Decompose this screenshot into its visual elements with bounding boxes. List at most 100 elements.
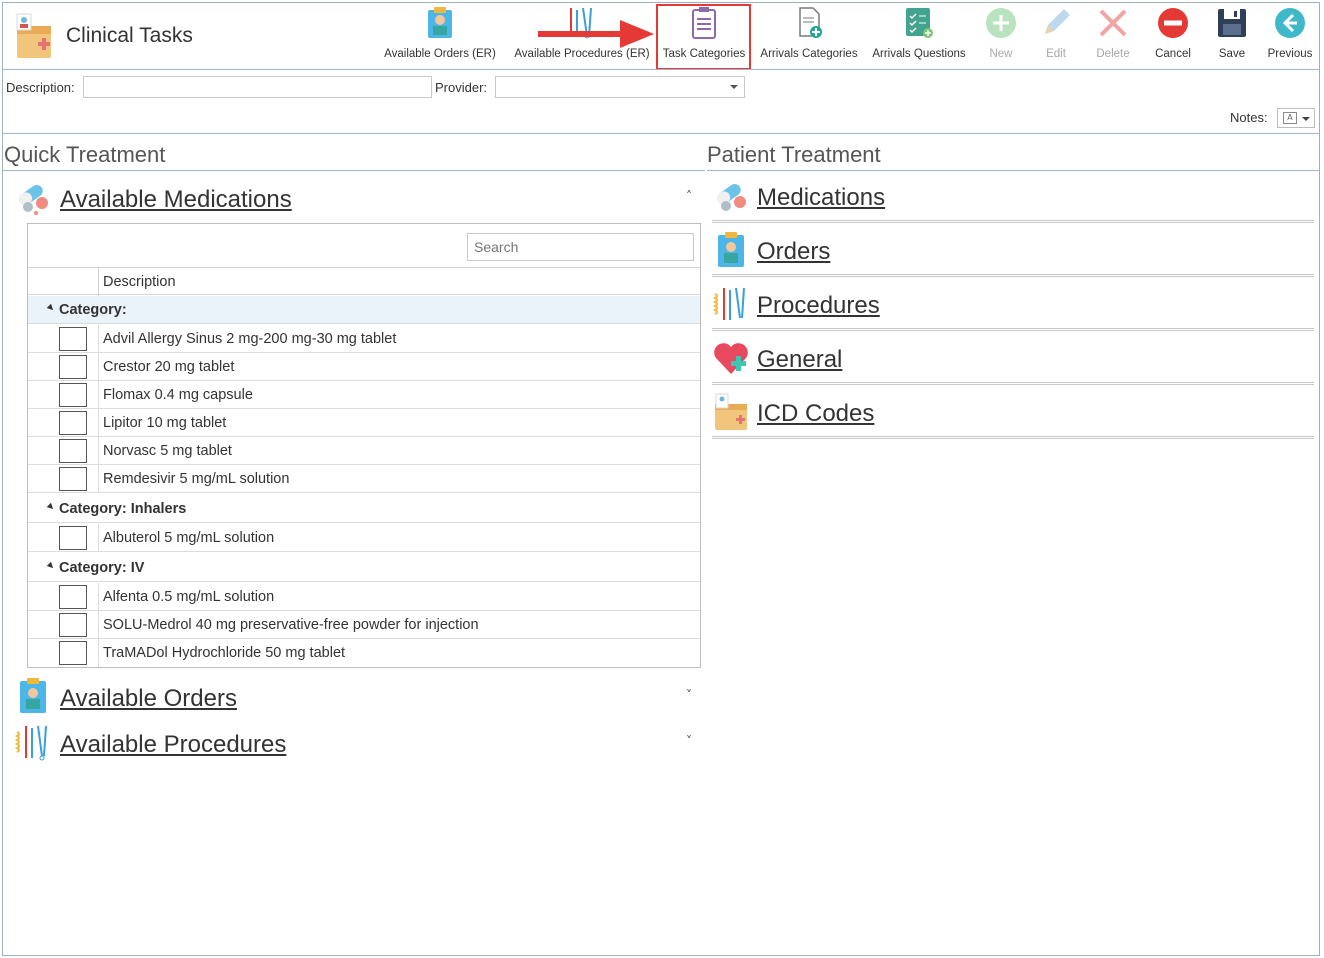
search-input[interactable] [467, 233, 694, 261]
column-separator [98, 381, 99, 409]
table-row[interactable]: TraMADol Hydrochloride 50 mg tablet [28, 639, 700, 667]
description-label: Description: [6, 80, 75, 95]
notes-format-dropdown[interactable]: A [1277, 108, 1315, 128]
collapse-triangle-icon[interactable] [46, 561, 56, 571]
column-separator [98, 437, 99, 465]
table-row[interactable]: Albuterol 5 mg/mL solution [28, 524, 700, 552]
edit-button[interactable]: Edit [1038, 6, 1074, 64]
row-checkbox[interactable] [59, 526, 87, 550]
chevron-down-icon[interactable]: ˅ [686, 688, 692, 702]
table-row[interactable]: Alfenta 0.5 mg/mL solution [28, 583, 700, 611]
provider-label: Provider: [435, 80, 488, 95]
quick-treatment-underline [3, 170, 705, 171]
clipboard-doctor-icon [428, 7, 452, 38]
patient-icd-codes-item[interactable]: ICD Codes [712, 390, 1314, 440]
table-row[interactable]: Advil Allergy Sinus 2 mg-200 mg-30 mg ta… [28, 325, 700, 353]
chevron-down-icon [730, 85, 738, 89]
arrow-left-circle-icon [1275, 8, 1305, 38]
previous-button[interactable]: Previous [1265, 6, 1315, 64]
table-row[interactable]: Remdesivir 5 mg/mL solution [28, 465, 700, 493]
patient-orders-item[interactable]: Orders [712, 228, 1314, 278]
table-row[interactable]: SOLU-Medrol 40 mg preservative-free powd… [28, 611, 700, 639]
medical-box-icon [715, 393, 747, 430]
row-checkbox[interactable] [59, 439, 87, 463]
item-divider [712, 220, 1314, 223]
row-description: Crestor 20 mg tablet [103, 359, 235, 375]
table-row[interactable]: Norvasc 5 mg tablet [28, 437, 700, 465]
table-row[interactable]: Flomax 0.4 mg capsule [28, 381, 700, 409]
row-checkbox[interactable] [59, 467, 87, 491]
collapse-triangle-icon[interactable] [46, 303, 56, 313]
row-checkbox[interactable] [59, 327, 87, 351]
save-label: Save [1218, 48, 1246, 60]
available-orders-label: Available Orders (ER) [384, 48, 496, 60]
delete-button[interactable]: Delete [1090, 6, 1136, 64]
clinical-tasks-app-icon [16, 13, 51, 58]
save-button[interactable]: Save [1214, 6, 1250, 64]
arrivals-questions-label: Arrivals Questions [872, 48, 966, 60]
surgical-tools-icon [712, 287, 745, 320]
row-checkbox[interactable] [59, 613, 87, 637]
available-procedures-header[interactable]: Available Procedures ˅ [14, 722, 704, 762]
surgical-tools-icon [14, 725, 47, 761]
new-label: New [989, 48, 1013, 60]
available-orders-header[interactable]: Available Orders ˅ [14, 676, 704, 716]
row-description: Albuterol 5 mg/mL solution [103, 530, 275, 546]
description-input[interactable] [83, 76, 432, 98]
cancel-button[interactable]: Cancel [1153, 6, 1193, 64]
floppy-disk-icon [1218, 9, 1246, 37]
available-orders-title: Available Orders [60, 685, 237, 712]
chevron-down-icon[interactable]: ˅ [686, 734, 692, 748]
group-label: Category: Inhalers [59, 501, 187, 517]
column-separator [98, 409, 99, 437]
patient-orders-label: Orders [757, 238, 831, 265]
patient-procedures-item[interactable]: Procedures [712, 282, 1314, 332]
row-description: TraMADol Hydrochloride 50 mg tablet [103, 645, 346, 661]
row-checkbox[interactable] [59, 383, 87, 407]
provider-select[interactable] [495, 76, 745, 98]
arrivals-questions-button[interactable]: Arrivals Questions [868, 6, 970, 64]
available-medications-header[interactable]: Available Medications ˄ [14, 177, 704, 217]
column-description[interactable]: Description [103, 274, 176, 290]
group-row[interactable]: Category: Inhalers [28, 495, 700, 523]
row-checkbox[interactable] [59, 641, 87, 665]
row-checkbox[interactable] [59, 355, 87, 379]
row-checkbox[interactable] [59, 411, 87, 435]
patient-general-label: General [757, 346, 843, 373]
delete-label: Delete [1096, 48, 1130, 60]
heart-plus-icon [714, 343, 748, 374]
table-row[interactable]: Lipitor 10 mg tablet [28, 409, 700, 437]
row-checkbox[interactable] [59, 585, 87, 609]
collapse-triangle-icon[interactable] [46, 502, 56, 512]
chevron-down-icon [1302, 117, 1310, 121]
new-button[interactable]: New [983, 6, 1019, 64]
red-arrow-annotation [538, 20, 654, 48]
column-separator [98, 611, 99, 639]
group-row[interactable]: Category: IV [28, 554, 700, 582]
arrivals-categories-button[interactable]: Arrivals Categories [757, 6, 861, 64]
item-divider [712, 328, 1314, 331]
no-entry-icon [1158, 8, 1188, 38]
row-description: Remdesivir 5 mg/mL solution [103, 471, 290, 487]
available-orders-button[interactable]: Available Orders (ER) [383, 6, 497, 64]
available-procedures-title: Available Procedures [60, 731, 287, 758]
table-row[interactable]: Crestor 20 mg tablet [28, 353, 700, 381]
column-separator [98, 465, 99, 493]
previous-label: Previous [1267, 48, 1313, 60]
item-divider [712, 274, 1314, 277]
row-description: Flomax 0.4 mg capsule [103, 387, 253, 403]
column-separator [98, 353, 99, 381]
patient-medications-item[interactable]: Medications [712, 174, 1314, 224]
group-row[interactable]: Category: [28, 296, 700, 324]
item-divider [712, 382, 1314, 385]
plus-circle-icon [986, 8, 1016, 38]
clipboard-doctor-icon [718, 232, 744, 267]
edit-label: Edit [1046, 48, 1066, 60]
column-separator [98, 639, 99, 667]
quick-treatment-title: Quick Treatment [4, 142, 166, 167]
row-description: Norvasc 5 mg tablet [103, 443, 232, 459]
group-label: Category: IV [59, 560, 145, 576]
patient-general-item[interactable]: General [712, 336, 1314, 386]
chevron-up-icon[interactable]: ˄ [686, 189, 692, 203]
patient-icd-codes-label: ICD Codes [757, 400, 875, 427]
